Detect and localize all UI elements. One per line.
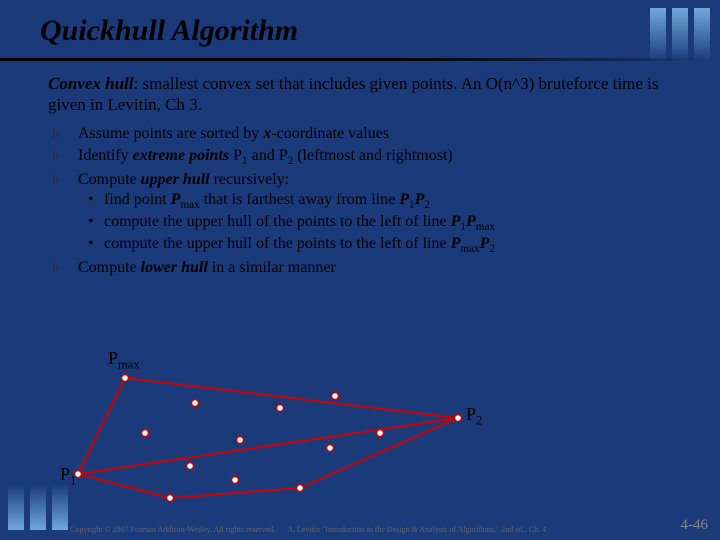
slide-content: Convex hull: smallest convex set that in…	[0, 61, 720, 278]
bullet-icon: b	[52, 148, 59, 166]
bullet-icon: b	[52, 126, 59, 144]
hull-diagram: Pmax P1 P2	[70, 348, 550, 498]
sub-list: find point Pmax that is farthest away fr…	[78, 190, 690, 257]
label-pmax: Pmax	[108, 348, 140, 373]
footer: Copyright © 2007 Pearson Addison-Wesley.…	[70, 517, 708, 534]
sub-2: compute the upper hull of the points to …	[84, 212, 690, 234]
decor-stripes-top	[650, 8, 710, 62]
sub-3: compute the upper hull of the points to …	[84, 234, 690, 256]
footer-attribution: A. Levitin "Introduction to the Design &…	[275, 525, 680, 534]
decor-stripes-bottom	[8, 484, 68, 530]
term-convex-hull: Convex hull	[48, 74, 134, 93]
slide-title: Quickhull Algorithm	[0, 0, 720, 56]
bullet-4: b Compute lower hull in a similar manner	[52, 258, 690, 278]
sub-1: find point Pmax that is farthest away fr…	[84, 190, 690, 212]
footer-copyright: Copyright © 2007 Pearson Addison-Wesley.…	[70, 525, 275, 534]
bullet-1: b Assume points are sorted by x-coordina…	[52, 124, 690, 144]
bullet-2: b Identify extreme points P1 and P2 (lef…	[52, 146, 690, 168]
bullet-icon: b	[52, 260, 59, 278]
bullet-3: b Compute upper hull recursively: find p…	[52, 170, 690, 257]
label-p1: P1	[60, 464, 76, 489]
intro-text: Convex hull: smallest convex set that in…	[48, 73, 690, 116]
bullet-icon: b	[52, 172, 59, 190]
page-number: 4-46	[681, 517, 709, 534]
intro-rest: : smallest convex set that includes give…	[48, 74, 658, 114]
slide: Quickhull Algorithm Convex hull: smalles…	[0, 0, 720, 540]
bullet-list: b Assume points are sorted by x-coordina…	[48, 124, 690, 279]
label-p2: P2	[466, 404, 482, 429]
